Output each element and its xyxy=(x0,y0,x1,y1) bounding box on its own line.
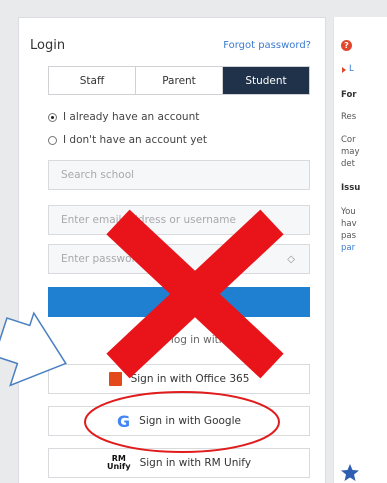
eye-icon[interactable]: ◇ xyxy=(287,254,295,265)
radio-dot[interactable] xyxy=(48,135,57,145)
login-button[interactable] xyxy=(48,287,310,317)
side-text: det xyxy=(341,159,355,169)
search-school-input[interactable] xyxy=(61,169,271,181)
help-side-panel: ? L For Res Cor may det Issu You hav pas… xyxy=(333,17,387,483)
email-input[interactable] xyxy=(61,214,271,226)
rm-unify-icon: RM Unify xyxy=(107,455,131,471)
user-type-tabs: Staff Parent Student xyxy=(48,66,310,95)
side-text: pas xyxy=(341,231,357,241)
tab-staff[interactable]: Staff xyxy=(49,67,136,94)
login-title: Login xyxy=(30,38,66,53)
google-signin-button[interactable]: G Sign in with Google xyxy=(48,406,310,436)
password-field: ◇ xyxy=(48,244,310,274)
radio-label: I don't have an account yet xyxy=(63,134,208,146)
side-text: You xyxy=(341,207,356,217)
office-365-icon xyxy=(108,372,122,386)
forgot-password-link[interactable]: Forgot password? xyxy=(223,40,311,51)
radio-dot[interactable] xyxy=(48,112,57,122)
expand-triangle-icon xyxy=(342,67,346,73)
google-g-icon: G xyxy=(117,411,131,431)
search-school-field xyxy=(48,160,310,190)
or-login-with-text: Or log in with xyxy=(155,334,226,346)
rm-logo-bottom: Unify xyxy=(106,462,131,471)
tab-parent[interactable]: Parent xyxy=(136,67,223,94)
rm-unify-signin-button[interactable]: RM Unify Sign in with RM Unify xyxy=(48,448,310,478)
password-input[interactable] xyxy=(61,253,271,265)
google-label: Sign in with Google xyxy=(139,415,241,427)
tab-student[interactable]: Student xyxy=(223,67,309,94)
radio-new-account[interactable]: I don't have an account yet xyxy=(48,134,207,146)
side-heading: For xyxy=(341,90,357,100)
side-heading: Issu xyxy=(341,183,361,193)
rm-unify-label: Sign in with RM Unify xyxy=(139,457,252,469)
radio-label: I already have an account xyxy=(63,111,200,123)
office-365-signin-button[interactable]: Sign in with Office 365 xyxy=(48,364,310,394)
email-field xyxy=(48,205,310,235)
star-logo-icon xyxy=(341,464,359,481)
help-circle-icon: ? xyxy=(341,40,352,51)
side-link[interactable]: par xyxy=(341,243,355,253)
side-text: Res xyxy=(341,112,357,122)
radio-existing-account[interactable]: I already have an account xyxy=(48,111,199,123)
office-365-label: Sign in with Office 365 xyxy=(130,373,250,385)
side-text: Cor xyxy=(341,135,356,145)
side-link[interactable]: L xyxy=(349,64,354,74)
side-text: may xyxy=(341,147,360,157)
side-text: hav xyxy=(341,219,357,229)
